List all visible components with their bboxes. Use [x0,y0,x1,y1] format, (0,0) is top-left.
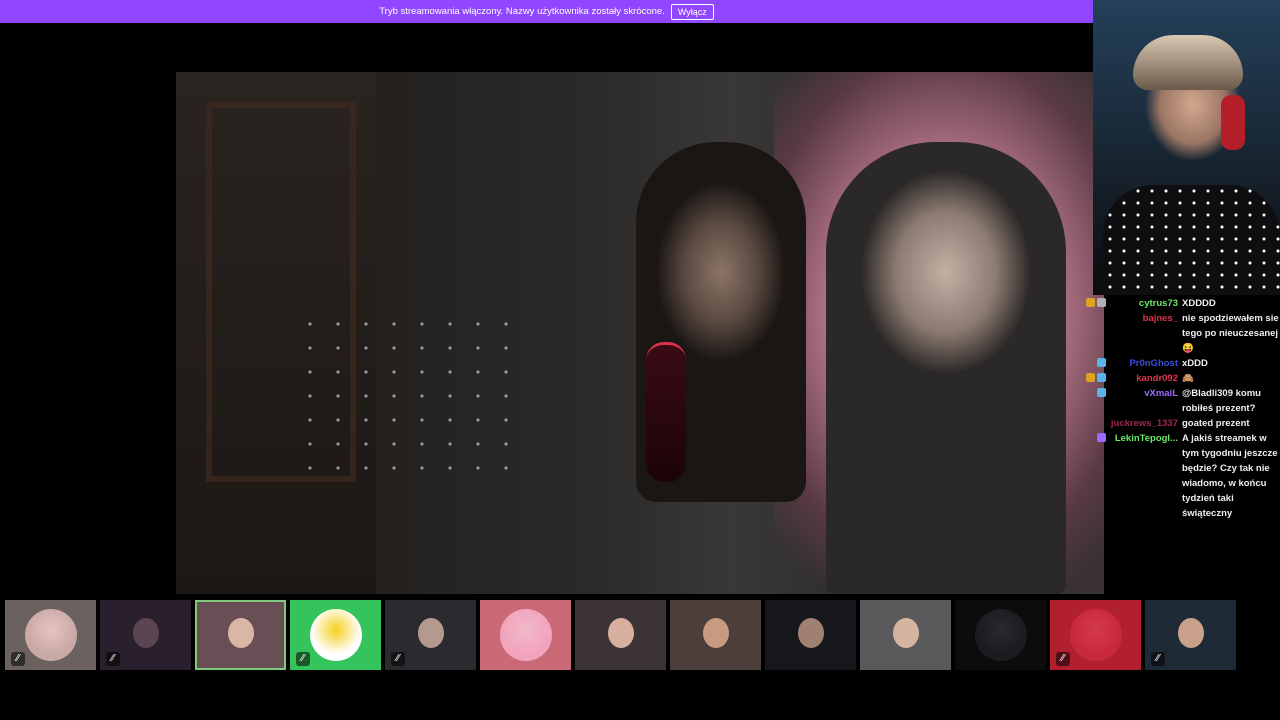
chat-badges [1066,416,1106,418]
chat-message: cytrus73 XDDDD [1066,296,1280,311]
chat-message-text: xDDD [1182,358,1208,369]
disable-streamer-mode-button[interactable]: Wyłącz [670,3,714,20]
participant-tile[interactable]: ⁄⁄ [5,600,96,670]
chat-badges [1066,386,1106,397]
muted-mic-icon: ⁄⁄ [1151,652,1165,666]
chat-badge-icon[interactable] [1097,358,1106,367]
chat-message: juckrews_1337 goated prezent [1066,416,1280,431]
participant-avatar [499,609,552,661]
chat-badge-icon[interactable] [1097,298,1106,307]
stream-page: Tryb streamowania włączony. Nazwy użytko… [0,0,1280,720]
participant-face [227,618,254,648]
chat-message: vXmaiL @Bladli309 komu robiłeś prezent? [1066,386,1280,416]
participant-strip: ⁄⁄ ⁄⁄ ⁄⁄ ⁄⁄ ⁄⁄ ⁄⁄ [5,600,1280,670]
christmas-lights [296,312,516,472]
streamer-mode-banner: Tryb streamowania włączony. Nazwy użytko… [0,0,1093,23]
chat-username[interactable]: LekinTepogl... [1106,431,1178,446]
participant-face [1177,618,1204,648]
participant-avatar [24,609,77,661]
participant-tile[interactable] [575,600,666,670]
participant-tile[interactable] [480,600,571,670]
banner-text: Tryb streamowania włączony. Nazwy użytko… [379,6,665,17]
streamer-webcam[interactable] [1093,0,1280,295]
participant-tile[interactable] [860,600,951,670]
chat-username[interactable]: kandr092 [1106,371,1178,386]
chat-message-text: @Bladli309 komu robiłeś prezent? [1182,388,1261,414]
chat-message: LekinTepogl... A jakiś streamek w tym tyg… [1066,431,1280,521]
participant-tile[interactable] [955,600,1046,670]
chat-message: kandr092 🙈 [1066,371,1280,386]
chat-message-text: nie spodziewałem sie tego po nieuczesane… [1182,313,1279,354]
participant-face [132,618,159,648]
participant-face [892,618,919,648]
chat-badge-icon[interactable] [1086,373,1095,382]
chat-badges [1066,311,1106,313]
chat-panel: cytrus73 XDDDD bajnes_ nie spodziewałem sie… [1066,296,1280,519]
participant-tile[interactable] [195,600,286,670]
muted-mic-icon: ⁄⁄ [1056,652,1070,666]
microphone [646,342,686,482]
participant-avatar [974,609,1027,661]
chat-badge-icon[interactable] [1097,388,1106,397]
chat-badges [1066,296,1106,307]
chat-badges [1066,356,1106,367]
chat-message-text: 🙈 [1182,373,1194,384]
person-printed-on-pillow [826,142,1066,594]
muted-mic-icon: ⁄⁄ [296,652,310,666]
chat-username[interactable]: cytrus73 [1106,296,1178,311]
participant-tile[interactable] [765,600,856,670]
chat-username[interactable]: Pr0nGhost [1106,356,1178,371]
participant-face [607,618,634,648]
main-video-feed[interactable] [176,72,1104,594]
chat-message: Pr0nGhost xDDD [1066,356,1280,371]
participant-face [417,618,444,648]
muted-mic-icon: ⁄⁄ [106,652,120,666]
chat-username[interactable]: juckrews_1337 [1106,416,1178,431]
participant-tile[interactable] [670,600,761,670]
muted-mic-icon: ⁄⁄ [391,652,405,666]
chat-badges [1066,431,1106,442]
chat-message-text: A jakiś streamek w tym tygodniu jeszcze … [1182,433,1278,519]
participant-tile[interactable]: ⁄⁄ [290,600,381,670]
participant-avatar [309,609,362,661]
participant-tile[interactable]: ⁄⁄ [1145,600,1236,670]
chat-username[interactable]: bajnes_ [1106,311,1178,326]
participant-tile[interactable]: ⁄⁄ [1050,600,1141,670]
headset-icon [1221,95,1245,150]
muted-mic-icon: ⁄⁄ [11,652,25,666]
chat-message-text: XDDDD [1182,298,1216,309]
chat-message-text: goated prezent [1182,418,1250,429]
participant-tile[interactable]: ⁄⁄ [385,600,476,670]
participant-face [797,618,824,648]
chat-badges [1066,371,1106,382]
participant-avatar [1069,609,1122,661]
participant-face [702,618,729,648]
chat-username[interactable]: vXmaiL [1106,386,1178,401]
chat-badge-icon[interactable] [1097,373,1106,382]
streamer-hair [1133,35,1243,90]
streamer-shirt [1103,185,1280,295]
participant-tile[interactable]: ⁄⁄ [100,600,191,670]
chat-badge-icon[interactable] [1086,298,1095,307]
chat-badge-icon[interactable] [1097,433,1106,442]
chat-message: bajnes_ nie spodziewałem sie tego po nieu… [1066,311,1280,356]
